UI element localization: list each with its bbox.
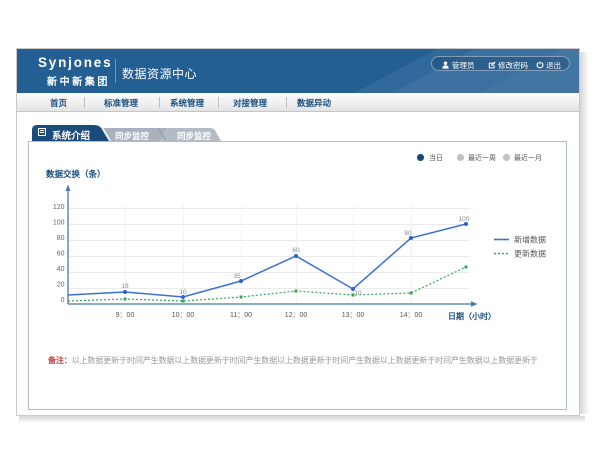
svg-text:0: 0 <box>61 297 65 304</box>
svg-text:18: 18 <box>121 283 129 290</box>
svg-text:10：00: 10：00 <box>172 312 195 319</box>
svg-text:60: 60 <box>57 251 65 258</box>
svg-text:新增数据: 新增数据 <box>514 235 546 245</box>
svg-text:100: 100 <box>53 220 65 227</box>
svg-text:100: 100 <box>459 216 470 223</box>
svg-text:10: 10 <box>179 289 187 296</box>
svg-text:13：00: 13：00 <box>342 312 365 319</box>
svg-text:60: 60 <box>292 247 300 254</box>
svg-text:35: 35 <box>233 273 241 280</box>
svg-text:80: 80 <box>404 230 412 237</box>
svg-text:更新数据: 更新数据 <box>514 249 546 259</box>
svg-text:9：00: 9：00 <box>116 312 135 319</box>
svg-text:14：00: 14：00 <box>400 312 423 319</box>
svg-text:120: 120 <box>53 204 65 211</box>
svg-text:40: 40 <box>57 266 65 273</box>
svg-text:11：00: 11：00 <box>230 312 252 319</box>
svg-text:10: 10 <box>354 290 362 297</box>
svg-text:12：00: 12：00 <box>285 312 308 319</box>
svg-text:20: 20 <box>57 282 65 289</box>
svg-text:80: 80 <box>57 235 65 242</box>
